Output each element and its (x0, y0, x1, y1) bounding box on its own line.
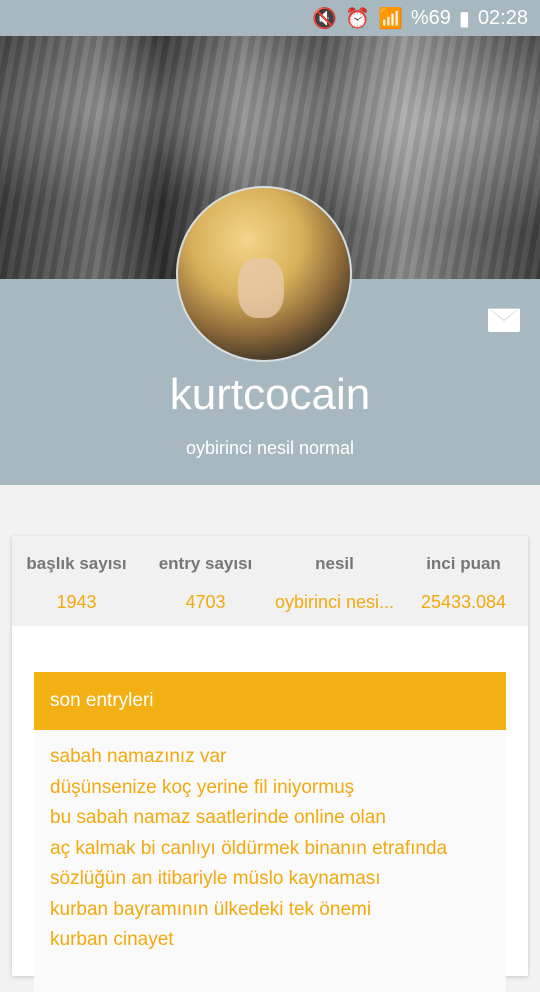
recent-entries-header: son entryleri (34, 672, 506, 730)
user-subtitle: oybirinci nesil normal (185, 438, 355, 458)
entry-link[interactable]: kurban cinayet (50, 925, 490, 956)
entry-link[interactable]: kurban bayramının ülkedeki tek önemi (50, 895, 490, 926)
profile-card: başlık sayısı 1943 entry sayısı 4703 nes… (12, 536, 528, 992)
stat-label: entry sayısı (158, 554, 253, 573)
status-bar: 🔇 ⏰ 📶 %69 ▮ 02:28 (0, 0, 540, 36)
mute-icon: 🔇 (312, 7, 338, 30)
recent-entries-panel: son entryleri sabah namazınız var düşüns… (34, 672, 506, 992)
recent-entries-list: sabah namazınız var düşünsenize koç yeri… (34, 730, 506, 956)
entry-link[interactable]: düşünsenize koç yerine fil iniyormuş (50, 773, 490, 804)
stat-value: 4703 (185, 592, 226, 612)
battery-percent: %69 (410, 6, 451, 29)
stat-label: inci puan (426, 554, 501, 573)
stats-row: başlık sayısı 1943 entry sayısı 4703 nes… (12, 536, 528, 626)
wifi-icon: 📶 (377, 7, 403, 30)
stat-value: 25433.084 (420, 592, 507, 612)
stat-generation: nesil oybirinci nesi... (270, 536, 399, 626)
entry-link[interactable]: aç kalmak bi canlıyı öldürmek binanın et… (50, 834, 490, 865)
avatar-face (238, 258, 284, 318)
clock: 02:28 (477, 6, 528, 29)
stat-label: başlık sayısı (26, 554, 127, 573)
battery-icon: ▮ (458, 7, 470, 30)
stat-entry-count: entry sayısı 4703 (141, 536, 270, 626)
entry-link[interactable]: bu sabah namaz saatlerinde online olan (50, 803, 490, 834)
stat-title-count: başlık sayısı 1943 (12, 536, 141, 626)
status-icons: 🔇 ⏰ 📶 %69 ▮ 02:28 (312, 0, 528, 36)
username: kurtcocain (169, 370, 371, 419)
alarm-icon: ⏰ (345, 7, 370, 30)
stat-value: 1943 (56, 592, 97, 612)
entry-link[interactable]: sabah namazınız var (50, 742, 490, 773)
stat-value: oybirinci nesi... (274, 592, 395, 612)
avatar[interactable] (176, 186, 352, 362)
mail-icon[interactable] (488, 308, 520, 332)
stat-label: nesil (315, 554, 354, 573)
stat-points: inci puan 25433.084 (399, 536, 528, 626)
entry-link[interactable]: sözlüğün an itibariyle müslo kaynaması (50, 864, 490, 895)
